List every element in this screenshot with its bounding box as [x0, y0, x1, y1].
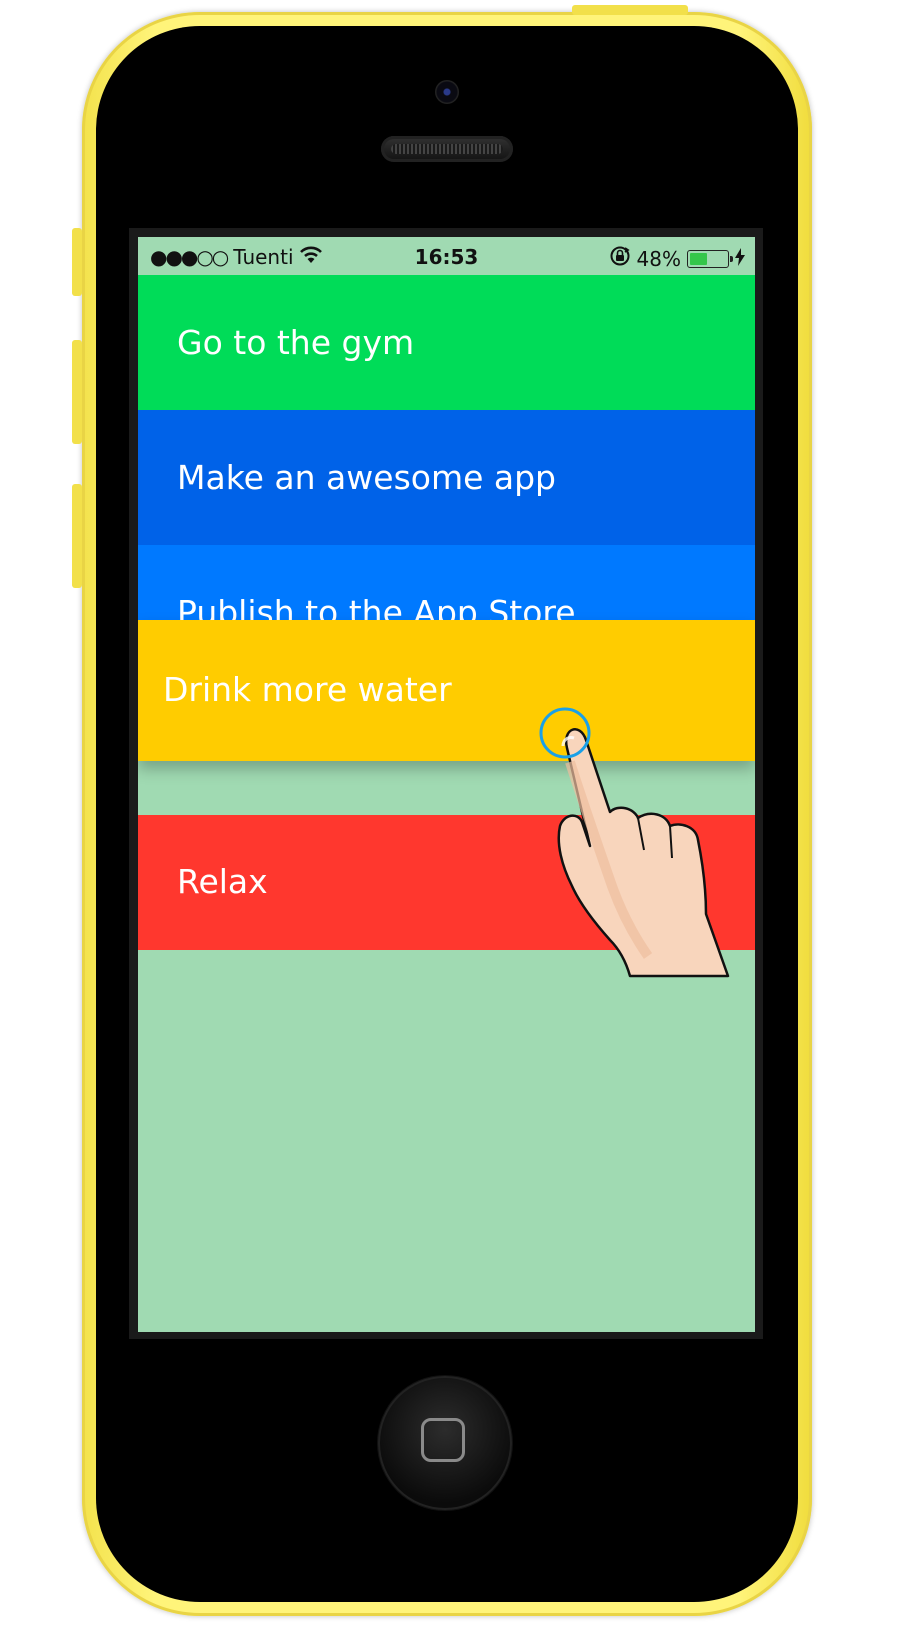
rotation-lock-icon	[609, 245, 631, 272]
home-square-icon	[421, 1418, 465, 1462]
task-label: Make an awesome app	[177, 458, 557, 497]
task-label: Drink more water	[163, 670, 452, 709]
charging-bolt-icon	[735, 247, 745, 271]
battery-percentage: 48%	[636, 246, 681, 271]
task-label: Relax	[177, 862, 268, 901]
volume-down-button	[72, 484, 82, 588]
app-screen: ●●●○○ Tuenti 16:53 48% Go to the gym Mak…	[138, 237, 755, 1332]
earpiece-speaker	[381, 136, 513, 162]
front-camera-icon	[435, 80, 459, 104]
task-label: Publish to the App Store	[177, 593, 576, 620]
task-row[interactable]: Make an awesome app	[138, 410, 755, 545]
status-bar: ●●●○○ Tuenti 16:53 48%	[138, 237, 755, 275]
touch-circle-icon	[539, 707, 591, 759]
home-button[interactable]	[378, 1376, 512, 1510]
battery-icon	[687, 249, 733, 268]
task-row[interactable]: Go to the gym	[138, 275, 755, 410]
power-button	[572, 5, 688, 15]
task-row[interactable]: Publish to the App Store	[138, 545, 755, 620]
task-label: Go to the gym	[177, 323, 415, 362]
volume-up-button	[72, 340, 82, 444]
mute-switch	[72, 228, 82, 296]
